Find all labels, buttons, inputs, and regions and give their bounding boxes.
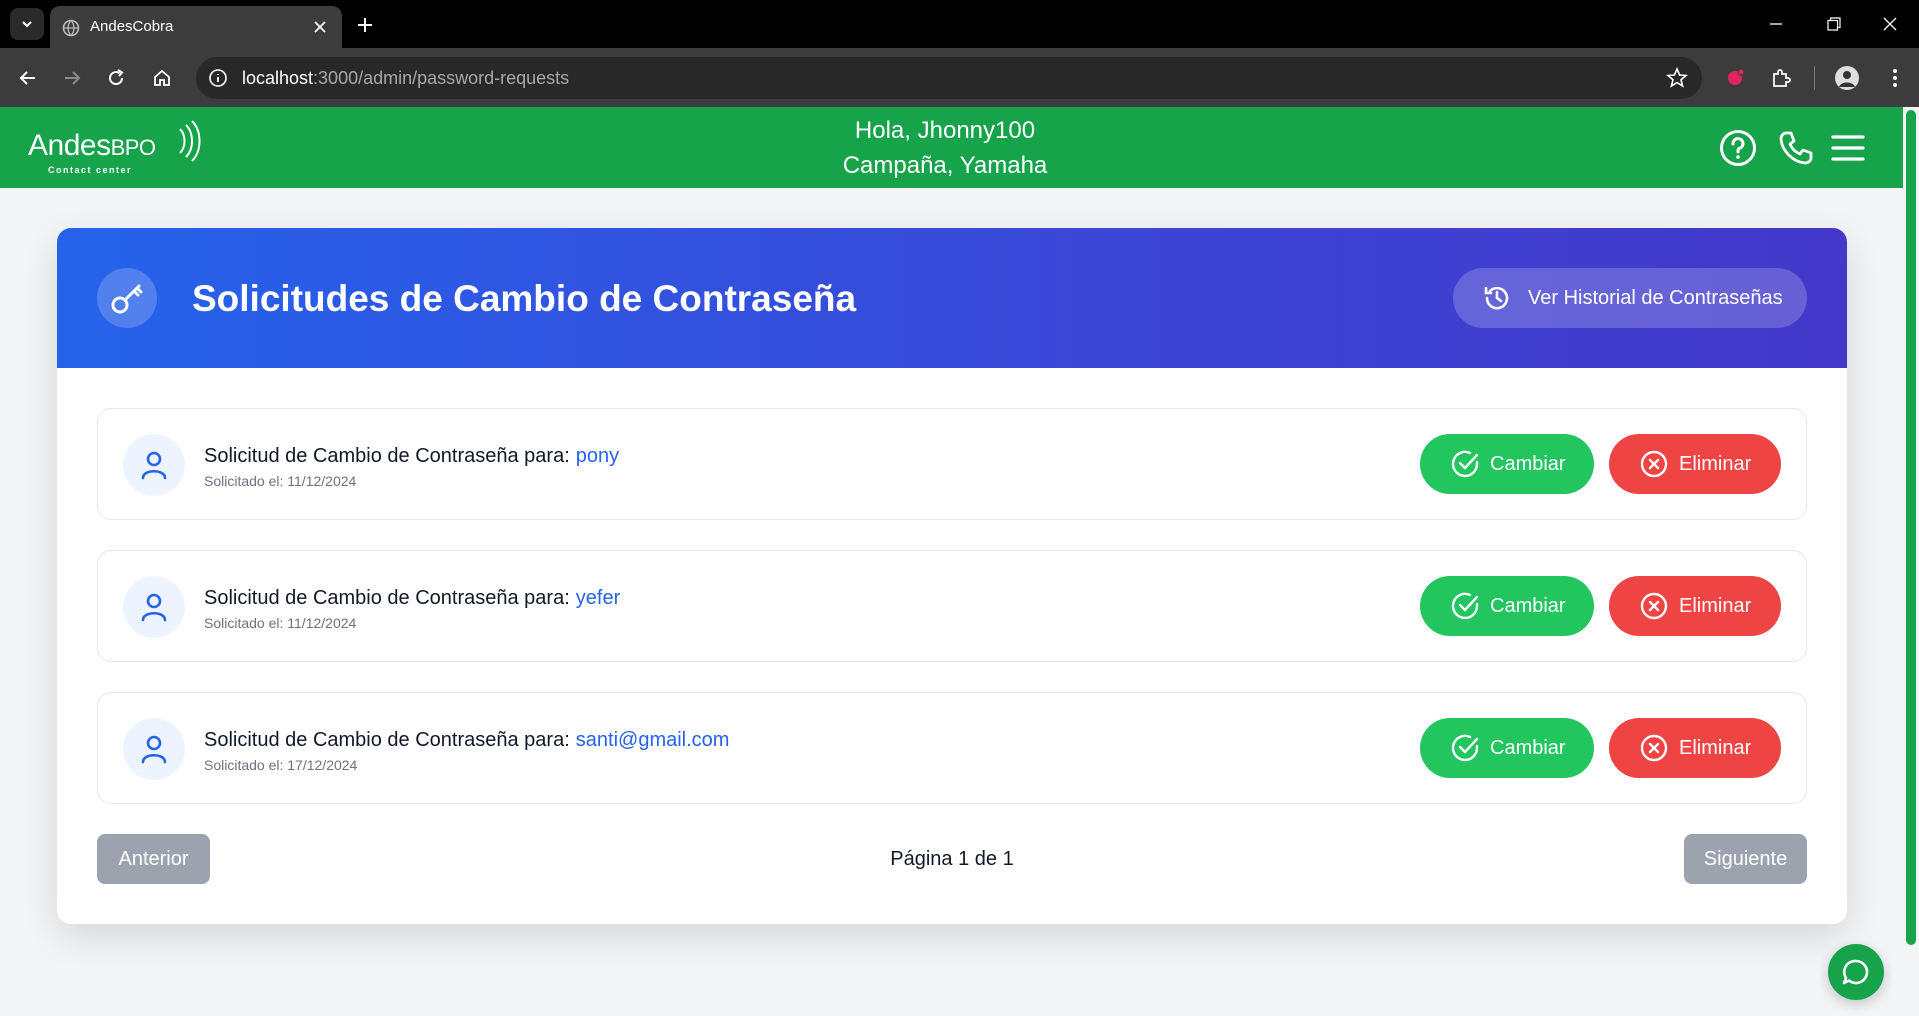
user-greeting: Hola, Jhonny100	[854, 117, 1036, 144]
check-circle-icon	[1451, 734, 1479, 762]
globe-icon	[62, 19, 80, 37]
request-row: Solicitud de Cambio de Contraseña para: s…	[97, 692, 1807, 804]
andes-bpo-logo[interactable]: AndesBPO Contact center	[28, 117, 201, 177]
request-title: Solicitud de Cambio de Contraseña para: p…	[204, 445, 620, 467]
restore-icon	[1827, 17, 1841, 31]
delete-request-button[interactable]: Eliminar	[1609, 718, 1781, 778]
previous-page-button[interactable]: Anterior	[97, 834, 210, 884]
x-circle-icon	[1640, 592, 1668, 620]
campaign-label: Campaña, Yamaha	[842, 152, 1048, 179]
reload-button[interactable]	[100, 62, 132, 94]
profile-avatar[interactable]	[1832, 63, 1862, 93]
help-button[interactable]	[1717, 127, 1759, 169]
x-circle-icon	[1640, 450, 1668, 478]
app-header: AndesBPO Contact center Hola, Jhonny100 …	[0, 107, 1903, 188]
scrollbar-thumb[interactable]	[1906, 110, 1916, 945]
toolbar-separator	[1814, 66, 1815, 90]
bookmark-star-icon[interactable]	[1666, 67, 1688, 89]
delete-request-button[interactable]: Eliminar	[1609, 434, 1781, 494]
request-username: pony	[575, 445, 620, 467]
key-icon	[111, 284, 143, 314]
reload-icon	[109, 69, 124, 86]
user-icon	[141, 593, 167, 622]
card-header: Solicitudes de Cambio de Contraseña Ver …	[57, 228, 1847, 368]
phone-icon	[1779, 131, 1813, 165]
logo-text: AndesBPO	[28, 129, 156, 162]
hamburger-menu-button[interactable]	[1827, 127, 1869, 169]
signal-waves-icon	[179, 120, 201, 162]
browser-menu-icon[interactable]	[1880, 63, 1910, 93]
request-date: Solicitado el: 11/12/2024	[204, 615, 357, 631]
browser-tab-bar: AndesCobra	[0, 0, 1919, 48]
change-password-button[interactable]: Cambiar	[1420, 434, 1594, 494]
user-icon	[141, 451, 167, 480]
key-icon-badge	[97, 268, 157, 328]
chat-icon	[1842, 959, 1869, 985]
help-circle-icon	[1720, 130, 1756, 166]
tab-search-button[interactable]	[10, 8, 44, 40]
check-circle-icon	[1451, 592, 1479, 620]
chevron-down-icon	[22, 21, 32, 28]
chat-button[interactable]	[1828, 944, 1884, 1000]
delete-request-button[interactable]: Eliminar	[1609, 576, 1781, 636]
tab-title: AndesCobra	[90, 18, 174, 35]
request-date: Solicitado el: 11/12/2024	[204, 473, 357, 489]
minimize-icon	[1770, 23, 1782, 25]
menu-icon	[1831, 135, 1865, 161]
minimize-button[interactable]	[1762, 12, 1790, 36]
request-title: Solicitud de Cambio de Contraseña para: y…	[204, 587, 621, 609]
request-title: Solicitud de Cambio de Contraseña para: s…	[204, 729, 730, 751]
address-bar[interactable]: localhost:3000/admin/password-requests	[196, 57, 1702, 99]
site-info-icon[interactable]	[206, 66, 230, 90]
change-password-button[interactable]: Cambiar	[1420, 576, 1594, 636]
request-username: yefer	[575, 587, 621, 609]
history-icon	[1484, 286, 1509, 310]
new-tab-button[interactable]	[352, 12, 378, 38]
next-page-button[interactable]: Siguiente	[1684, 834, 1807, 884]
forward-button[interactable]	[56, 62, 88, 94]
phone-button[interactable]	[1775, 127, 1817, 169]
restore-button[interactable]	[1820, 12, 1848, 36]
avatar	[123, 434, 185, 496]
password-history-label: Ver Historial de Contraseñas	[1528, 287, 1783, 309]
close-window-button[interactable]	[1876, 12, 1904, 36]
page-indicator: Página 1 de 1	[890, 848, 1014, 870]
request-row: Solicitud de Cambio de Contraseña para: y…	[97, 550, 1807, 662]
arrow-left-icon	[19, 71, 35, 85]
avatar	[123, 718, 185, 780]
request-row: Solicitud de Cambio de Contraseña para: p…	[97, 408, 1807, 520]
user-icon	[141, 735, 167, 764]
close-tab-icon[interactable]	[310, 17, 330, 37]
password-history-button[interactable]: Ver Historial de Contraseñas	[1453, 268, 1807, 328]
extension-record-icon[interactable]	[1720, 63, 1750, 93]
change-password-button[interactable]: Cambiar	[1420, 718, 1594, 778]
browser-toolbar: localhost:3000/admin/password-requests	[0, 48, 1919, 107]
home-button[interactable]	[146, 62, 178, 94]
plus-icon	[358, 18, 372, 32]
extensions-puzzle-icon[interactable]	[1766, 63, 1796, 93]
page-title: Solicitudes de Cambio de Contraseña	[192, 278, 857, 319]
avatar	[123, 576, 185, 638]
logo-subtitle: Contact center	[48, 165, 133, 175]
check-circle-icon	[1451, 450, 1479, 478]
back-button[interactable]	[12, 62, 44, 94]
x-circle-icon	[1640, 734, 1668, 762]
request-date: Solicitado el: 17/12/2024	[204, 757, 358, 773]
arrow-right-icon	[65, 71, 81, 85]
home-icon	[154, 69, 170, 86]
close-icon	[1883, 17, 1897, 31]
browser-tab[interactable]: AndesCobra	[50, 6, 342, 48]
password-requests-card: Solicitudes de Cambio de Contraseña Ver …	[57, 228, 1847, 924]
url-text: localhost:3000/admin/password-requests	[242, 68, 570, 88]
request-username: santi@gmail.com	[575, 729, 730, 751]
